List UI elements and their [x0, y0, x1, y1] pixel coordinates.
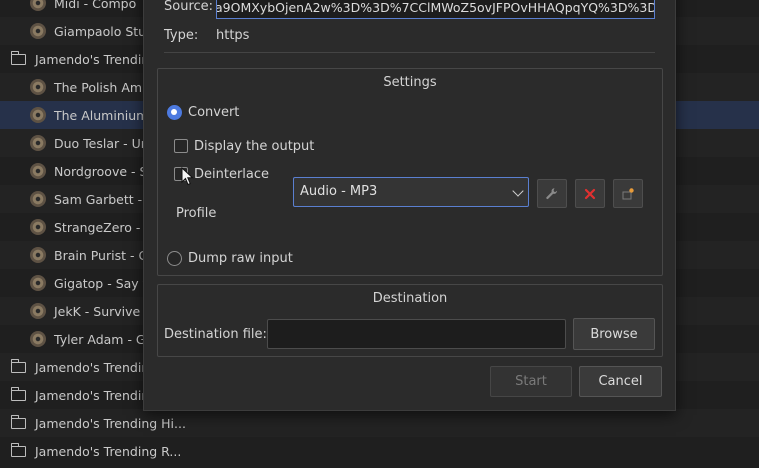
browse-button[interactable]: Browse: [573, 318, 655, 350]
tree-row-label: Brain Purist - G: [54, 247, 149, 263]
type-label: Type:: [164, 28, 199, 43]
disc-icon: [30, 79, 46, 95]
folder-icon: [10, 386, 26, 401]
display-output-checkbox[interactable]: [174, 139, 188, 153]
tree-row-label: Giampaolo Stu: [54, 23, 147, 39]
destination-group: Destination Destination file: Browse: [157, 284, 663, 357]
tree-row-label: Midi - Compo: [54, 0, 137, 11]
profile-select-value: Audio - MP3: [300, 184, 378, 199]
type-value: https: [216, 28, 250, 43]
folder-icon: [10, 358, 26, 373]
deinterlace-label: Deinterlace: [194, 167, 270, 182]
x-icon: [584, 188, 596, 199]
disc-icon: [30, 163, 46, 179]
tree-row-label: The Polish Am: [54, 79, 143, 95]
tree-row-label: Jamendo's Trending: [35, 359, 158, 375]
folder-icon: [10, 414, 26, 429]
chevron-down-icon: [512, 185, 524, 197]
tree-row-label: StrangeZero -: [54, 219, 141, 235]
disc-icon: [30, 191, 46, 207]
tree-row-label: Duo Teslar - Ur: [54, 135, 146, 151]
disc-icon: [30, 219, 46, 235]
destination-title: Destination: [372, 291, 448, 306]
convert-radio[interactable]: [167, 105, 182, 120]
wrench-icon: [546, 187, 558, 199]
tree-row-label: Tyler Adam - G: [54, 331, 146, 347]
new-profile-button[interactable]: [613, 179, 643, 208]
destination-file-label: Destination file:: [164, 327, 267, 342]
tree-row-label: Jamendo's Trending: [35, 387, 158, 403]
folder-icon: [10, 442, 26, 457]
disc-icon: [30, 135, 46, 151]
edit-profile-button[interactable]: [537, 179, 567, 208]
dump-raw-label: Dump raw input: [188, 251, 293, 266]
start-button[interactable]: Start: [490, 366, 572, 397]
new-profile-icon: [622, 187, 634, 199]
tree-row-label: Gigatop - Say t: [54, 275, 148, 291]
profile-label: Profile: [176, 206, 217, 221]
tree-folder-row[interactable]: Jamendo's Trending Hi...: [0, 409, 759, 437]
disc-icon: [30, 303, 46, 319]
disc-icon: [30, 275, 46, 291]
tree-row-label: Sam Garbett -: [54, 191, 143, 207]
tree-row-label: Jamendo's Trending R...: [35, 443, 182, 459]
tree-row-label: Jamendo's Trending: [35, 51, 158, 67]
tree-row-label: JekK - Survive: [54, 303, 141, 319]
display-output-label: Display the output: [194, 139, 315, 154]
source-label: Source:: [164, 0, 214, 14]
tree-row-label: Jamendo's Trending Hi...: [35, 415, 186, 431]
delete-profile-button[interactable]: [575, 179, 605, 208]
cancel-button[interactable]: Cancel: [579, 366, 662, 397]
settings-group: Settings Convert Display the output Dein…: [157, 68, 663, 276]
disc-icon: [30, 331, 46, 347]
destination-file-input[interactable]: [267, 319, 566, 349]
settings-title: Settings: [383, 75, 437, 90]
disc-icon: [30, 0, 46, 11]
profile-select[interactable]: Audio - MP3: [293, 177, 529, 207]
separator: [164, 52, 655, 53]
convert-label: Convert: [188, 105, 240, 120]
convert-dialog: Source: a9OMXybOjenA2w%3D%3D%7CClMWoZ5ov…: [143, 0, 676, 411]
folder-icon: [10, 50, 26, 65]
tree-row-label: Nordgroove - S: [54, 163, 148, 179]
disc-icon: [30, 23, 46, 39]
mouse-cursor-icon: [181, 167, 194, 186]
source-field[interactable]: a9OMXybOjenA2w%3D%3D%7CClMWoZ5ovJFPOvHHA…: [216, 0, 655, 19]
tree-folder-row[interactable]: Jamendo's Trending R...: [0, 437, 759, 465]
tree-row-label: The Aluminium: [54, 107, 149, 123]
disc-icon: [30, 107, 46, 123]
dump-raw-radio[interactable]: [167, 251, 182, 266]
disc-icon: [30, 247, 46, 263]
